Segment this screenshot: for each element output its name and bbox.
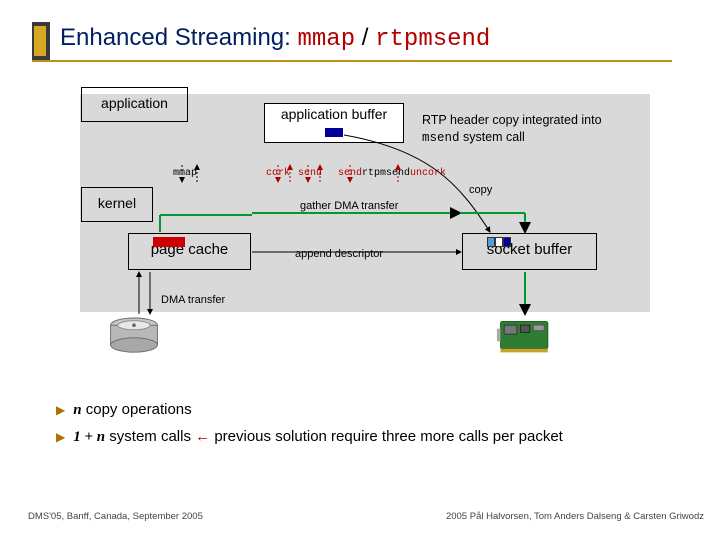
- append-descriptor-label: append descriptor: [295, 248, 383, 260]
- uncork-text: uncork: [410, 168, 446, 179]
- payload-block: [153, 237, 185, 247]
- socket-buffer-box: socket buffer: [462, 233, 597, 270]
- bullet-list: ▶ n copy operations ▶ 1 + n system calls…: [56, 397, 563, 450]
- rtp-note-msend: msend: [422, 131, 460, 145]
- title-rtpmsend: rtpmsend: [375, 26, 490, 53]
- title-underline: [32, 60, 672, 62]
- rtp-note-line1: RTP header copy integrated into: [422, 113, 602, 127]
- rtpmsend-inline: rtpmsend: [362, 168, 410, 179]
- application-buffer-box: application buffer: [264, 103, 404, 143]
- bullet-1n: 1 + n: [73, 429, 105, 445]
- kernel-label: kernel: [98, 195, 136, 211]
- descriptor-block-3: [503, 237, 511, 247]
- application-label: application: [101, 95, 168, 111]
- chevron-icon: ▶: [56, 400, 65, 420]
- gather-dma-label: gather DMA transfer: [300, 200, 398, 212]
- bullet-1: ▶ n copy operations: [56, 397, 563, 424]
- disk-icon: [107, 316, 161, 356]
- footer-left: DMS'05, Banff, Canada, September 2005: [28, 511, 203, 522]
- slide-title: Enhanced Streaming: mmap / rtpmsend: [60, 24, 490, 53]
- footer-right: 2005 Pål Halvorsen, Tom Anders Dalseng &…: [446, 511, 704, 522]
- send-text: send: [338, 168, 362, 179]
- cork-label: cork: [266, 168, 290, 179]
- bullet-n: n: [73, 402, 81, 418]
- bullet-syscalls: system calls: [105, 428, 191, 445]
- bullet-prev: previous solution require three more cal…: [214, 428, 563, 445]
- title-prefix: Enhanced Streaming:: [60, 24, 297, 51]
- kernel-box: kernel: [81, 187, 153, 222]
- descriptor-block-1: [487, 237, 495, 247]
- rtp-header-block: [325, 128, 343, 137]
- bullet-2: ▶ 1 + n system calls ← previous solution…: [56, 424, 563, 451]
- rtp-note: RTP header copy integrated into msend sy…: [422, 112, 602, 147]
- dma-transfer-label: DMA transfer: [161, 294, 225, 306]
- chevron-icon: ▶: [56, 427, 65, 447]
- bullet-copy-ops: copy operations: [82, 401, 192, 418]
- title-accent-gold: [34, 26, 46, 56]
- left-arrow-icon: ←: [191, 428, 214, 445]
- title-mmap: mmap: [297, 26, 355, 53]
- page-cache-box: page cache: [128, 233, 251, 270]
- application-box: application: [81, 87, 188, 122]
- send-label: send: [298, 168, 322, 179]
- copy-label: copy: [469, 184, 492, 196]
- title-slash: /: [355, 24, 375, 51]
- mmap-label: mmap: [173, 168, 197, 179]
- nic-icon: [496, 316, 556, 356]
- sendrtp-label: sendrtpmsenduncork: [338, 168, 446, 179]
- rtp-note-suffix: system call: [460, 130, 525, 144]
- application-buffer-label: application buffer: [281, 106, 387, 122]
- descriptor-block-2: [495, 237, 503, 247]
